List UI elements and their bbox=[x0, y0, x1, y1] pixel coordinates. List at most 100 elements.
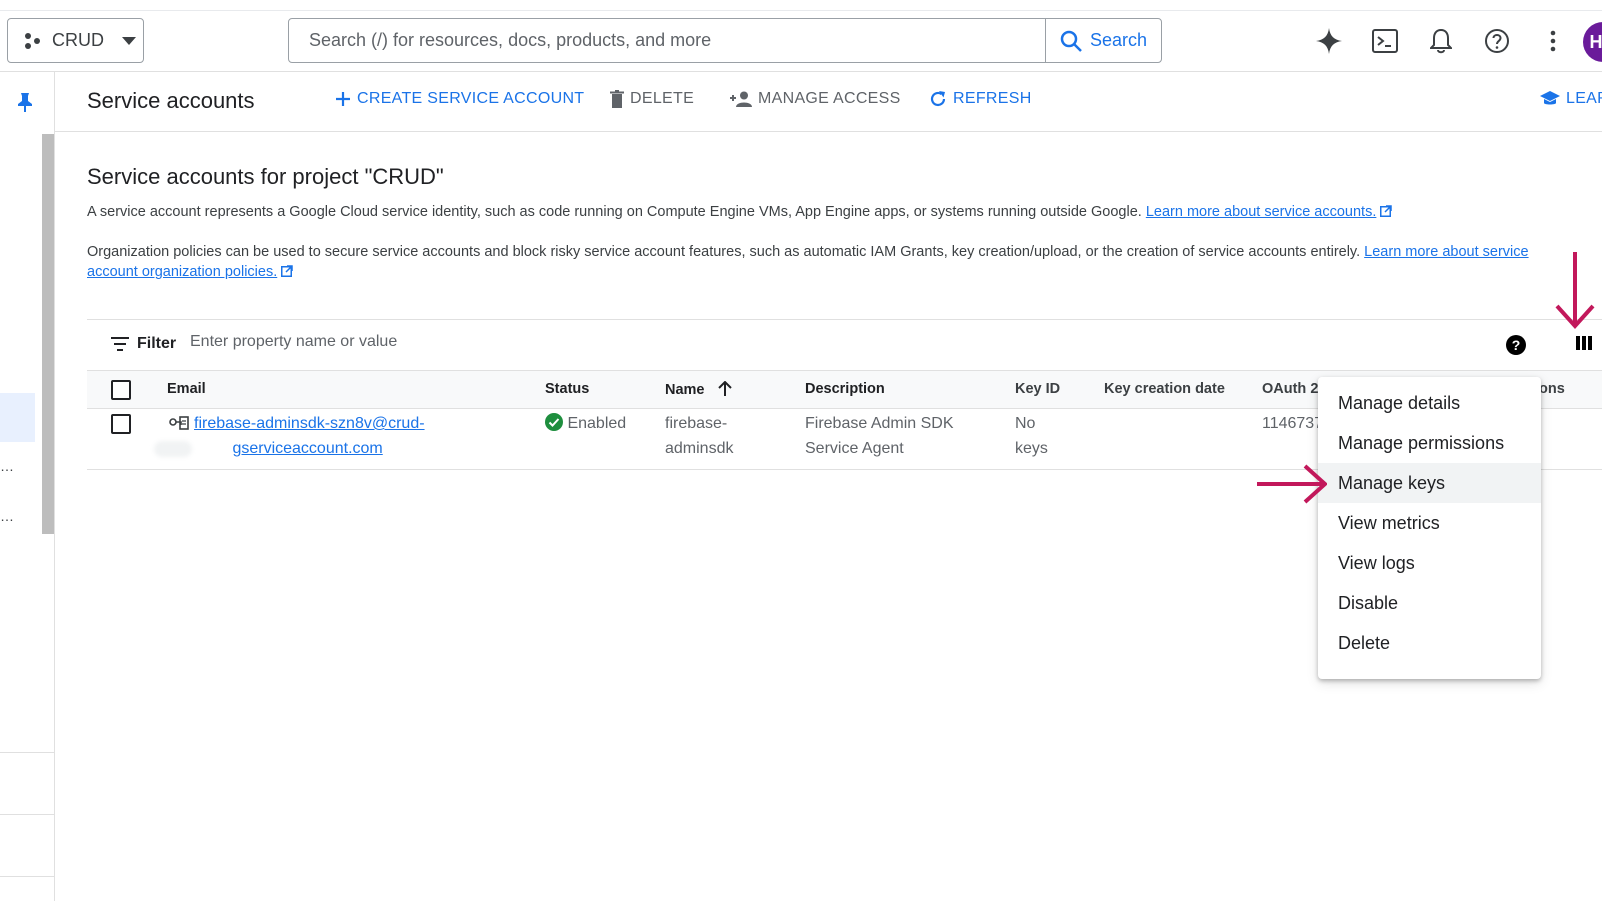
annotation-arrow-down-icon bbox=[1555, 252, 1595, 329]
refresh-button[interactable]: REFRESH bbox=[929, 90, 1032, 108]
rail-scrollbar[interactable] bbox=[42, 134, 54, 534]
refresh-label: REFRESH bbox=[953, 90, 1032, 107]
help-icon[interactable] bbox=[1482, 26, 1512, 56]
filter-bar: Filter ? bbox=[87, 319, 1602, 371]
col-key-id[interactable]: Key ID bbox=[1015, 381, 1060, 397]
desc-line2: Service Agent bbox=[805, 440, 904, 457]
cloud-shell-icon[interactable] bbox=[1370, 26, 1400, 56]
oauth-cell: 1146737 bbox=[1262, 415, 1324, 432]
search-button[interactable]: Search bbox=[1045, 19, 1161, 62]
rail-truncated-item[interactable]: … bbox=[0, 508, 14, 524]
person-add-icon bbox=[730, 91, 752, 107]
page-title: Service accounts bbox=[87, 88, 255, 113]
email-link-line2[interactable]: gserviceaccount.com bbox=[232, 440, 382, 457]
key-id-cell: No keys bbox=[1015, 411, 1048, 461]
learn-more-org-policies-link-cont[interactable]: account organization policies. bbox=[87, 264, 277, 280]
service-account-key-icon bbox=[169, 414, 189, 439]
menu-item-view-logs[interactable]: View logs bbox=[1318, 543, 1541, 583]
search-input[interactable] bbox=[289, 19, 1045, 62]
top-bar: CRUD Search H bbox=[0, 0, 1602, 72]
learn-more-org-policies-link[interactable]: Learn more about service bbox=[1364, 244, 1528, 260]
bell-icon[interactable] bbox=[1426, 26, 1456, 56]
learn-label: LEARN bbox=[1566, 90, 1602, 107]
column-display-icon[interactable] bbox=[1575, 335, 1593, 356]
trash-icon bbox=[610, 90, 624, 108]
col-name-label: Name bbox=[665, 382, 705, 398]
rail-selected-item[interactable] bbox=[0, 393, 35, 442]
actions-menu: Manage details Manage permissions Manage… bbox=[1318, 377, 1541, 679]
row-checkbox[interactable] bbox=[111, 414, 131, 434]
org-policy-paragraph-line2: account organization policies. bbox=[87, 262, 293, 282]
manage-access-button[interactable]: MANAGE ACCESS bbox=[730, 90, 901, 108]
filter-button[interactable]: Filter bbox=[111, 335, 176, 353]
learn-more-service-accounts-link[interactable]: Learn more about service accounts. bbox=[1146, 204, 1377, 220]
filter-help-icon[interactable]: ? bbox=[1506, 335, 1526, 355]
name-line1: firebase- bbox=[665, 415, 728, 432]
more-vert-icon[interactable] bbox=[1538, 26, 1568, 56]
status-text: Enabled bbox=[567, 415, 627, 432]
project-picker[interactable]: CRUD bbox=[7, 18, 144, 63]
project-name: CRUD bbox=[52, 30, 104, 50]
search-button-label: Search bbox=[1089, 30, 1148, 50]
top-divider bbox=[0, 10, 1602, 11]
select-all-checkbox[interactable] bbox=[111, 380, 131, 400]
col-name[interactable]: Name bbox=[665, 380, 733, 398]
external-link-icon bbox=[1380, 205, 1393, 217]
rail-divider bbox=[0, 876, 55, 877]
school-icon bbox=[1540, 91, 1560, 105]
col-status[interactable]: Status bbox=[545, 381, 589, 397]
check-circle-icon bbox=[545, 413, 563, 431]
redacted-blur bbox=[154, 440, 192, 457]
menu-item-disable[interactable]: Disable bbox=[1318, 583, 1541, 623]
avatar[interactable]: H bbox=[1583, 22, 1602, 62]
col-description[interactable]: Description bbox=[805, 381, 885, 397]
col-oauth2[interactable]: OAuth 2 bbox=[1262, 381, 1318, 397]
email-cell: firebase-adminsdk-szn8v@crud- gserviceac… bbox=[154, 411, 425, 461]
refresh-icon bbox=[930, 91, 946, 107]
org-policy-paragraph: Organization policies can be used to sec… bbox=[87, 242, 1529, 262]
description-paragraph: A service account represents a Google Cl… bbox=[87, 202, 1393, 222]
delete-button[interactable]: DELETE bbox=[610, 90, 694, 108]
filter-input[interactable] bbox=[190, 333, 790, 351]
external-link-icon bbox=[281, 265, 293, 277]
col-email[interactable]: Email bbox=[167, 381, 206, 397]
name-line2: adminsdk bbox=[665, 440, 734, 457]
learn-button[interactable]: LEARN bbox=[1540, 90, 1602, 108]
menu-item-manage-keys[interactable]: Manage keys bbox=[1318, 463, 1541, 503]
rail-divider bbox=[0, 814, 55, 815]
manage-access-label: MANAGE ACCESS bbox=[758, 90, 901, 107]
pin-icon[interactable] bbox=[16, 92, 34, 117]
menu-item-manage-permissions[interactable]: Manage permissions bbox=[1318, 423, 1541, 463]
sort-up-arrow-icon bbox=[717, 380, 732, 396]
project-hub-icon bbox=[25, 32, 40, 49]
create-service-account-button[interactable]: CREATE SERVICE ACCOUNT bbox=[335, 90, 584, 108]
search-box: Search bbox=[288, 18, 1162, 63]
section-heading: Service accounts for project "CRUD" bbox=[87, 164, 444, 189]
caret-down-icon bbox=[122, 36, 136, 45]
filter-icon bbox=[111, 337, 129, 351]
email-link-line1[interactable]: firebase-adminsdk-szn8v@crud- bbox=[194, 415, 425, 432]
name-cell: firebase- adminsdk bbox=[665, 411, 733, 461]
search-icon bbox=[1060, 30, 1082, 52]
delete-label: DELETE bbox=[630, 90, 695, 107]
status-cell: Enabled bbox=[545, 411, 626, 436]
filter-label: Filter bbox=[137, 335, 177, 352]
action-bar: Service accounts CREATE SERVICE ACCOUNT … bbox=[55, 72, 1602, 132]
avatar-letter: H bbox=[1589, 31, 1602, 52]
key-line2: keys bbox=[1015, 440, 1048, 457]
description-text: A service account represents a Google Cl… bbox=[87, 204, 1146, 220]
create-label: CREATE SERVICE ACCOUNT bbox=[357, 90, 585, 107]
col-actions[interactable]: ons bbox=[1539, 381, 1565, 397]
col-key-creation-date[interactable]: Key creation date bbox=[1104, 381, 1225, 397]
org-policy-text: Organization policies can be used to sec… bbox=[87, 244, 1365, 260]
gemini-sparkle-icon[interactable] bbox=[1314, 26, 1344, 56]
menu-item-delete[interactable]: Delete bbox=[1318, 623, 1541, 663]
rail-divider bbox=[0, 752, 55, 753]
annotation-arrow-right-icon bbox=[1257, 464, 1327, 504]
desc-line1: Firebase Admin SDK bbox=[805, 415, 954, 432]
plus-icon bbox=[336, 92, 350, 106]
rail-truncated-item[interactable]: … bbox=[0, 458, 14, 474]
menu-item-view-metrics[interactable]: View metrics bbox=[1318, 503, 1541, 543]
key-line1: No bbox=[1015, 415, 1036, 432]
menu-item-manage-details[interactable]: Manage details bbox=[1318, 383, 1541, 423]
